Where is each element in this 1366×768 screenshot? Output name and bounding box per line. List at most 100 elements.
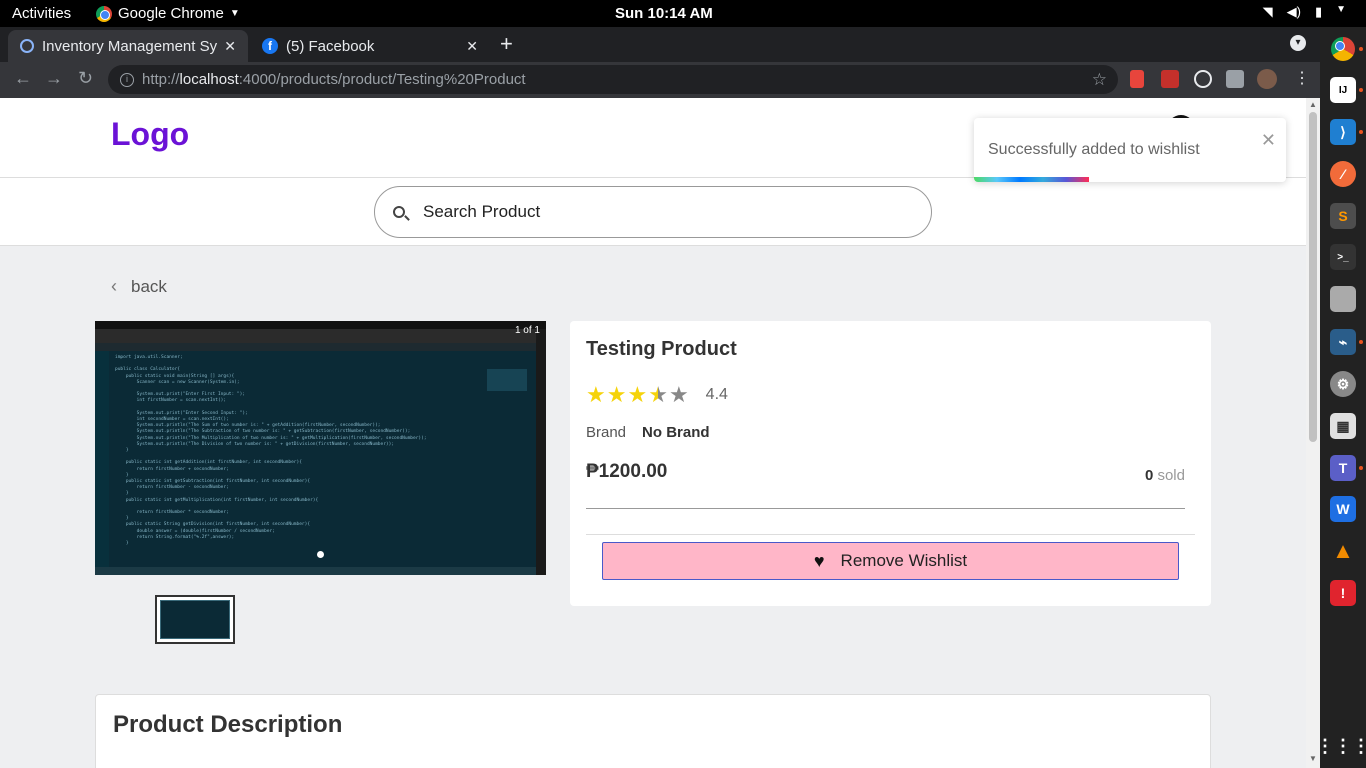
- address-bar[interactable]: i http://localhost:4000/products/product…: [108, 65, 1118, 94]
- vlc-icon[interactable]: ▲: [1330, 538, 1356, 564]
- reload-icon[interactable]: ↻: [78, 68, 93, 89]
- screenshot-menubar: [95, 343, 536, 351]
- star-icon: ★: [627, 382, 648, 407]
- description-title: Product Description: [113, 711, 343, 738]
- wps-icon[interactable]: W: [1330, 496, 1356, 522]
- product-rating: ★ ★ ★ ★ ★ 4.4: [586, 384, 728, 406]
- search-input[interactable]: Search Product: [374, 186, 932, 238]
- sublime-icon[interactable]: S: [1330, 203, 1356, 229]
- screenshot-sidebar: [95, 351, 109, 575]
- forward-arrow-icon[interactable]: →: [45, 68, 63, 89]
- running-indicator: [1359, 47, 1363, 51]
- sold-number: 0: [1144, 467, 1154, 484]
- product-description-card: Product Description: [95, 694, 1211, 768]
- divider: [586, 508, 1185, 509]
- url-scheme: http://: [142, 71, 180, 88]
- app-grid-icon[interactable]: ⋮⋮⋮: [1316, 733, 1366, 759]
- files-icon[interactable]: [1330, 286, 1356, 312]
- star-icon: ★: [606, 382, 627, 407]
- calculator-icon[interactable]: ▦: [1330, 413, 1356, 439]
- system-clock[interactable]: Sun 10:14 AM: [615, 5, 713, 22]
- terminal-icon[interactable]: >_: [1330, 244, 1356, 270]
- screenshot-dock: [536, 329, 546, 575]
- url-host: localhost: [179, 71, 239, 88]
- screenshot-titlebar: [95, 329, 536, 343]
- screenshot-statusbar: [95, 567, 536, 575]
- battery-icon: ▮: [1314, 4, 1323, 19]
- settings-gear-icon[interactable]: ⚙: [1330, 371, 1356, 397]
- new-tab-button[interactable]: +: [500, 31, 513, 57]
- carousel-dot[interactable]: [317, 551, 324, 558]
- tab-inventory[interactable]: Inventory Management Sy ✕: [8, 30, 248, 62]
- tab-title: Inventory Management Sy: [42, 37, 218, 55]
- running-indicator: [1359, 130, 1363, 134]
- running-indicator: [1359, 88, 1363, 92]
- screenshot-minimap: [487, 369, 527, 391]
- scrollbar-thumb[interactable]: [1309, 112, 1317, 442]
- extension-icon[interactable]: [1194, 70, 1212, 88]
- chrome-icon: [1331, 37, 1355, 61]
- star-half-icon: ★: [648, 382, 668, 407]
- mysql-workbench-icon[interactable]: ⌁: [1330, 329, 1356, 355]
- page-scrollbar[interactable]: ▲ ▼: [1306, 98, 1320, 768]
- close-icon[interactable]: ✕: [224, 38, 236, 55]
- intellij-icon[interactable]: IJ: [1330, 77, 1356, 103]
- back-link[interactable]: ‹ back: [111, 276, 167, 297]
- remove-wishlist-label: Remove Wishlist: [840, 551, 968, 570]
- page-viewport: Logo Search Product ‹ back import java.u…: [0, 98, 1306, 768]
- close-icon[interactable]: ✕: [1261, 130, 1276, 151]
- tab-search-button[interactable]: ▾: [1290, 35, 1306, 51]
- heart-icon: ♥: [813, 550, 825, 571]
- chevron-down-icon: ▼: [1336, 4, 1346, 15]
- scroll-down-icon[interactable]: ▼: [1309, 754, 1317, 763]
- back-arrow-icon[interactable]: ←: [14, 68, 32, 89]
- remove-wishlist-button[interactable]: ♥ Remove Wishlist: [602, 542, 1179, 580]
- star-empty-icon: ★: [668, 382, 689, 407]
- system-tray[interactable]: ◥ ◀) ▮ ▼: [1263, 4, 1346, 20]
- extension-icon[interactable]: [1130, 70, 1144, 88]
- teams-icon[interactable]: T: [1330, 455, 1356, 481]
- toast-progress-bar: [974, 177, 1090, 182]
- back-label: back: [131, 276, 167, 296]
- product-price: ₱1200.00: [586, 461, 668, 482]
- thumbnail-image: [160, 600, 230, 639]
- postman-icon[interactable]: ⁄: [1330, 161, 1356, 187]
- bookmark-star-icon[interactable]: ☆: [1092, 69, 1107, 91]
- divider: [586, 534, 1195, 535]
- close-icon[interactable]: ✕: [466, 38, 478, 55]
- star-icon: ★: [586, 382, 606, 407]
- image-counter: 1 of 1: [514, 325, 540, 336]
- vscode-icon[interactable]: ⟩: [1330, 119, 1356, 145]
- running-indicator: [1359, 466, 1363, 470]
- chevron-left-icon: ‹: [111, 276, 117, 296]
- brand-label: Brand: [586, 424, 627, 441]
- menu-dots-icon[interactable]: ⋮: [1294, 68, 1310, 88]
- product-thumbnail[interactable]: [155, 595, 235, 644]
- browser-tab-bar: Inventory Management Sy ✕ f (5) Facebook…: [0, 27, 1320, 62]
- activities-button[interactable]: Activities: [12, 5, 71, 22]
- toast-notification[interactable]: Successfully added to wishlist ✕: [974, 118, 1286, 182]
- scroll-up-icon[interactable]: ▲: [1309, 100, 1317, 109]
- puzzle-icon[interactable]: [1226, 70, 1244, 88]
- chrome-dock-icon[interactable]: [1330, 36, 1356, 62]
- product-info-card: Testing Product ★ ★ ★ ★ ★ 4.4 Brand No B…: [570, 321, 1211, 606]
- toast-message: Successfully added to wishlist: [988, 141, 1200, 158]
- extension-icon[interactable]: [1161, 70, 1179, 88]
- system-top-bar: Activities Google Chrome ▼ Sun 10:14 AM …: [0, 0, 1366, 27]
- product-main-image[interactable]: import java.util.Scanner; public class C…: [95, 321, 546, 575]
- profile-avatar[interactable]: [1257, 69, 1277, 89]
- search-icon: [393, 206, 405, 218]
- alert-app-icon[interactable]: !: [1330, 580, 1356, 606]
- running-indicator: [1359, 340, 1363, 344]
- tab-facebook[interactable]: f (5) Facebook ✕: [250, 30, 490, 62]
- tab-title: (5) Facebook: [286, 37, 375, 55]
- loading-icon: [20, 39, 34, 53]
- wifi-icon: ◥: [1262, 4, 1273, 19]
- volume-icon: ◀): [1286, 4, 1301, 19]
- app-menu[interactable]: Google Chrome ▼: [96, 5, 240, 22]
- sold-label: sold: [1157, 467, 1185, 484]
- site-logo[interactable]: Logo: [111, 116, 189, 153]
- info-icon[interactable]: i: [120, 72, 134, 87]
- ubuntu-dock: IJ ⟩ ⁄ S >_ ⌁ ⚙ ▦ T W ▲ ! ⋮⋮⋮: [1316, 27, 1366, 768]
- sold-count: 0 sold: [1145, 467, 1185, 484]
